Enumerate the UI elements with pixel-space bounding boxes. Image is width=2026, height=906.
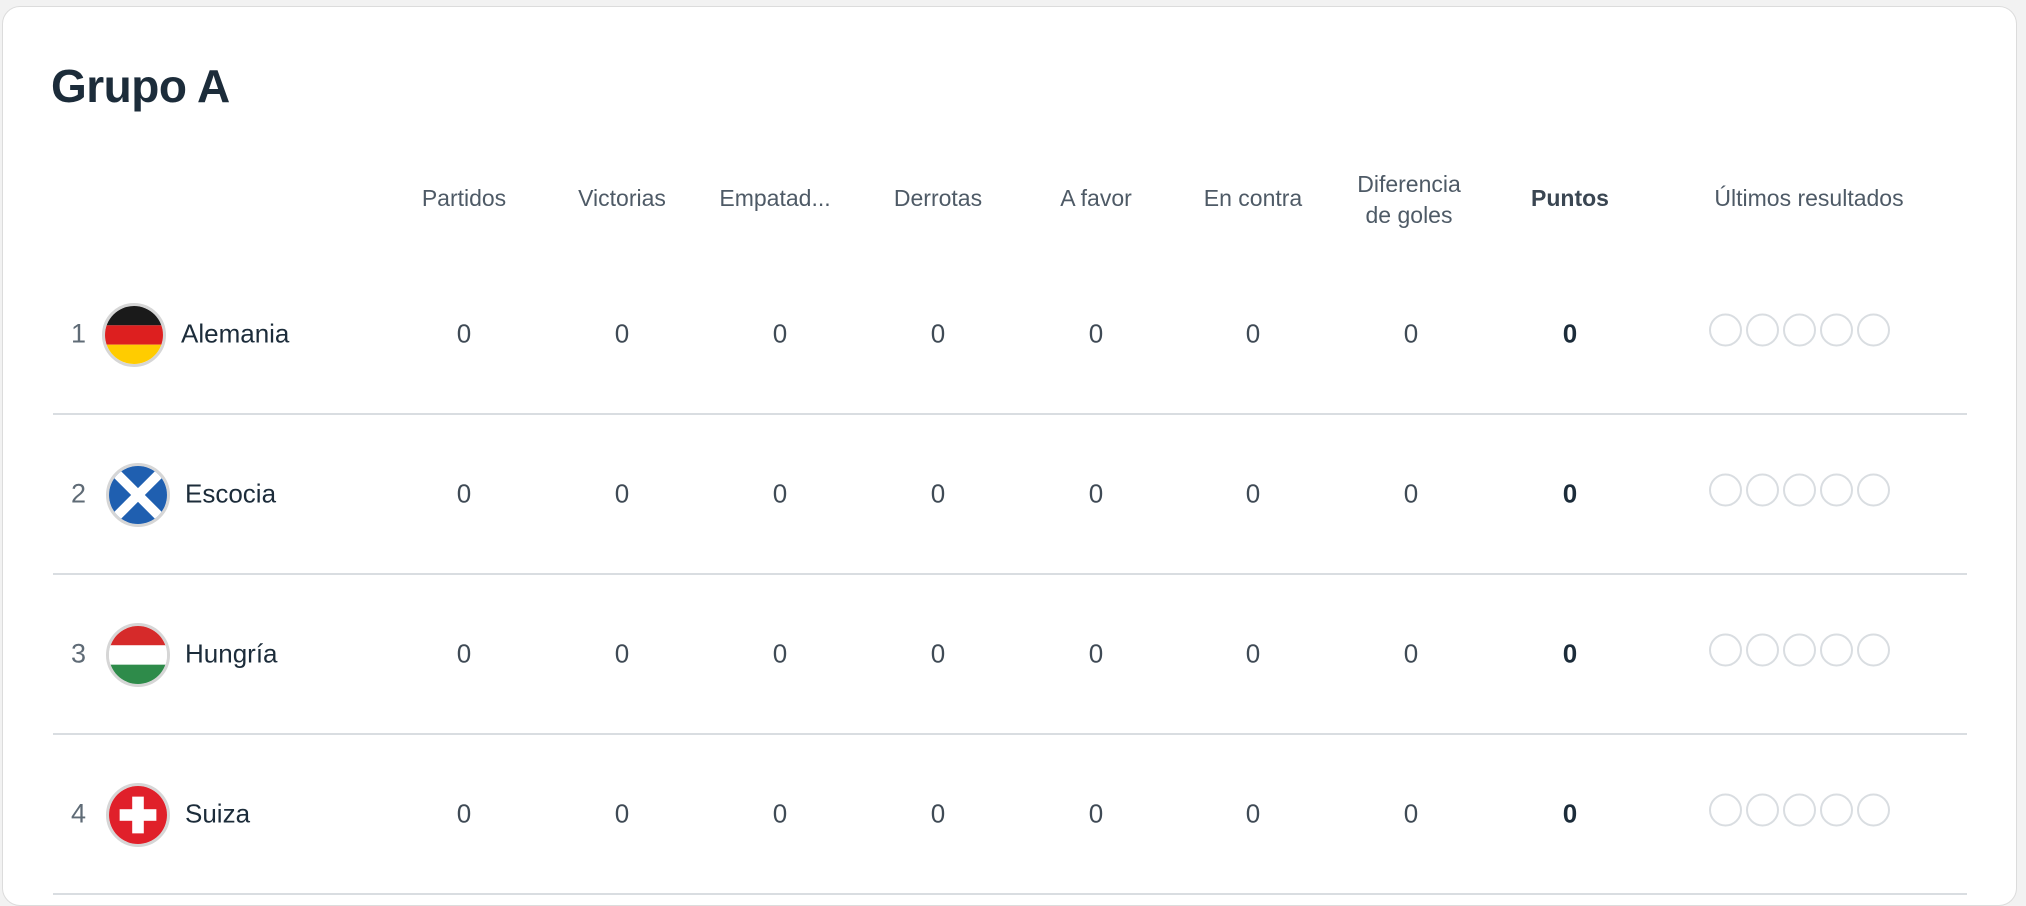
played-value: 0 (456, 798, 472, 829)
goals-for-value: 0 (1088, 798, 1104, 829)
losses-value: 0 (930, 798, 946, 829)
result-indicator (1857, 793, 1890, 827)
germany-flag-icon (102, 303, 166, 367)
result-indicator (1820, 633, 1853, 667)
last-results (1709, 473, 1890, 507)
played-value: 0 (456, 638, 472, 669)
goals-for-value: 0 (1088, 318, 1104, 349)
result-indicator (1857, 473, 1890, 507)
scotland-flag-icon (106, 463, 170, 527)
wins-value: 0 (614, 478, 630, 509)
team-position: 1 (71, 318, 87, 349)
goals-for-value: 0 (1088, 478, 1104, 509)
result-indicator (1709, 473, 1742, 507)
standings-table: Partidos Victorias Empatad... Derrotas A… (53, 167, 1967, 895)
played-value: 0 (456, 318, 472, 349)
draws-value: 0 (772, 798, 788, 829)
points-value: 0 (1562, 638, 1578, 669)
wins-value: 0 (614, 798, 630, 829)
team-name[interactable]: Escocia (185, 479, 276, 510)
points-value: 0 (1562, 798, 1578, 829)
losses-value: 0 (930, 638, 946, 669)
last-results (1709, 793, 1890, 827)
result-indicator (1783, 633, 1816, 667)
goals-against-value: 0 (1245, 478, 1261, 509)
result-indicator (1820, 793, 1853, 827)
switzerland-flag-icon (106, 783, 170, 847)
header-goal-difference-line2: de goles (1365, 202, 1453, 228)
hungary-flag-icon (106, 623, 170, 687)
table-row[interactable]: 3 Hungría 0 0 0 0 0 0 0 0 (53, 575, 1967, 735)
goals-for-value: 0 (1088, 638, 1104, 669)
result-indicator (1746, 473, 1779, 507)
goals-against-value: 0 (1245, 798, 1261, 829)
header-last-results: Últimos resultados (1714, 185, 1904, 211)
team-position: 2 (71, 478, 87, 509)
goal-difference-value: 0 (1403, 638, 1419, 669)
header-goals-for: A favor (1060, 185, 1132, 211)
draws-value: 0 (772, 638, 788, 669)
result-indicator (1709, 793, 1742, 827)
last-results (1709, 313, 1890, 347)
points-value: 0 (1562, 478, 1578, 509)
points-value: 0 (1562, 318, 1578, 349)
draws-value: 0 (772, 478, 788, 509)
last-results (1709, 633, 1890, 667)
team-position: 4 (71, 798, 87, 829)
team-name[interactable]: Hungría (185, 639, 278, 670)
result-indicator (1783, 473, 1816, 507)
table-row[interactable]: 4 Suiza 0 0 0 0 0 0 0 0 (53, 735, 1967, 895)
result-indicator (1857, 313, 1890, 347)
group-title: Grupo A (51, 60, 230, 112)
header-wins: Victorias (578, 185, 666, 211)
result-indicator (1783, 793, 1816, 827)
losses-value: 0 (930, 318, 946, 349)
team-position: 3 (71, 638, 87, 669)
goals-against-value: 0 (1245, 638, 1261, 669)
header-goals-against: En contra (1203, 185, 1303, 211)
header-played: Partidos (421, 185, 507, 211)
header-points: Puntos (1531, 185, 1609, 211)
table-row[interactable]: 1 Alemania 0 0 0 0 0 0 0 0 (53, 255, 1967, 415)
result-indicator (1783, 313, 1816, 347)
result-indicator (1709, 633, 1742, 667)
result-indicator (1820, 313, 1853, 347)
goal-difference-value: 0 (1403, 318, 1419, 349)
table-row[interactable]: 2 Escocia 0 0 0 0 0 0 0 0 (53, 415, 1967, 575)
table-header: Partidos Victorias Empatad... Derrotas A… (53, 167, 1967, 255)
result-indicator (1709, 313, 1742, 347)
goal-difference-value: 0 (1403, 478, 1419, 509)
goals-against-value: 0 (1245, 318, 1261, 349)
team-name[interactable]: Alemania (181, 319, 289, 350)
header-draws: Empatad... (719, 185, 831, 211)
header-goal-difference: Diferencia de goles (1357, 169, 1461, 231)
result-indicator (1820, 473, 1853, 507)
played-value: 0 (456, 478, 472, 509)
draws-value: 0 (772, 318, 788, 349)
result-indicator (1746, 313, 1779, 347)
wins-value: 0 (614, 318, 630, 349)
header-losses: Derrotas (893, 185, 983, 211)
losses-value: 0 (930, 478, 946, 509)
standings-card: Grupo A Partidos Victorias Empatad... De… (2, 6, 2017, 906)
goal-difference-value: 0 (1403, 798, 1419, 829)
result-indicator (1746, 633, 1779, 667)
wins-value: 0 (614, 638, 630, 669)
team-name[interactable]: Suiza (185, 799, 250, 830)
result-indicator (1857, 633, 1890, 667)
result-indicator (1746, 793, 1779, 827)
header-goal-difference-line1: Diferencia (1357, 171, 1461, 197)
